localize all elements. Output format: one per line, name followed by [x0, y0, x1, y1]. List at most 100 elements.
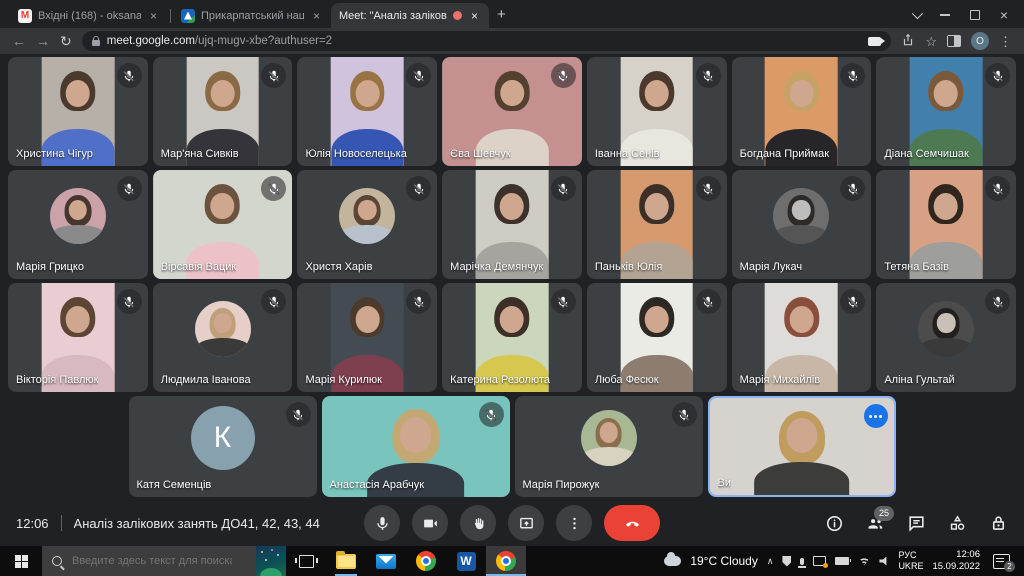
participant-tile[interactable]: Марія Грицко — [8, 170, 148, 279]
chrome-icon — [496, 551, 516, 571]
task-view-button[interactable] — [286, 546, 326, 576]
camera-permission-icon[interactable] — [868, 37, 881, 46]
new-tab-button[interactable]: + — [497, 6, 506, 23]
host-controls-icon[interactable] — [989, 514, 1008, 533]
maximize-button[interactable] — [970, 10, 980, 20]
participant-tile[interactable]: Марія Пирожук — [515, 396, 703, 497]
search-input[interactable] — [70, 554, 234, 568]
participant-tile[interactable]: Люба Фесюк — [587, 283, 727, 392]
participant-tile[interactable]: Іванна Сенів — [587, 57, 727, 166]
tile-more-button[interactable] — [864, 404, 888, 428]
mic-off-icon — [696, 63, 721, 88]
participant-tile[interactable]: Марія Лукач — [732, 170, 872, 279]
taskbar-mail[interactable] — [366, 546, 406, 576]
participant-name: Ви — [718, 477, 731, 489]
participant-tile[interactable]: ККатя Семенців — [129, 396, 317, 497]
camera-in-use-indicator — [453, 11, 462, 20]
person-silhouette — [773, 188, 829, 244]
notification-center-icon[interactable]: 2 — [993, 554, 1010, 569]
participant-tile[interactable]: Тетяна Базів — [876, 170, 1016, 279]
reload-button[interactable]: ↻ — [60, 34, 72, 48]
tab-gmail[interactable]: M Вхідні (168) - oksana.selepiy@pn × — [10, 3, 168, 28]
participant-tile[interactable]: Єва Шевчук — [442, 57, 582, 166]
screen-share-tray-icon[interactable] — [813, 556, 826, 566]
present-screen-button[interactable] — [508, 505, 544, 541]
tab-close-icon[interactable]: × — [147, 9, 160, 23]
participant-letter-avatar: К — [191, 406, 255, 470]
participant-tile[interactable]: Анастасія Арабчук — [322, 396, 510, 497]
taskbar-search[interactable] — [42, 546, 286, 576]
wifi-icon[interactable] — [858, 557, 870, 566]
start-button[interactable] — [0, 546, 42, 576]
mic-tray-icon[interactable] — [800, 558, 804, 565]
hang-up-button[interactable] — [604, 505, 660, 541]
participant-tile[interactable]: Вікторія Павлюк — [8, 283, 148, 392]
mic-off-icon — [840, 63, 865, 88]
tile-row: Вікторія ПавлюкЛюдмила ІвановаМарія Кури… — [8, 283, 1016, 392]
participant-tile[interactable]: Ви — [708, 396, 896, 497]
participant-name: Вірсавія Вацик — [161, 261, 237, 273]
taskbar-file-explorer[interactable] — [326, 546, 366, 576]
taskbar-chrome-1[interactable] — [406, 546, 446, 576]
share-icon[interactable] — [901, 33, 915, 49]
mic-off-icon — [117, 63, 142, 88]
mic-off-icon — [551, 63, 576, 88]
participant-tile[interactable]: Юлія Новоселецька — [297, 57, 437, 166]
security-tray-icon[interactable] — [782, 556, 791, 567]
meeting-clock: 12:06 — [16, 516, 49, 531]
mic-button[interactable] — [364, 505, 400, 541]
more-options-button[interactable] — [556, 505, 592, 541]
participant-tile[interactable]: Мар'яна Сивків — [153, 57, 293, 166]
taskbar-chrome-2[interactable] — [486, 546, 526, 576]
activities-icon[interactable] — [948, 514, 967, 533]
participant-tile[interactable]: Христя Харів — [297, 170, 437, 279]
mic-off-icon — [985, 289, 1010, 314]
raise-hand-button[interactable] — [460, 505, 496, 541]
participant-tile[interactable]: Вірсавія Вацик — [153, 170, 293, 279]
taskbar-clock[interactable]: 12:0615.09.2022 — [932, 549, 980, 573]
volume-icon[interactable] — [879, 557, 889, 566]
mic-off-icon — [406, 63, 431, 88]
address-bar[interactable]: meet.google.com/ujq-mugv-xbe?authuser=2 — [82, 31, 892, 51]
tab-search-chevron-icon[interactable] — [912, 8, 923, 19]
tab-meet-active[interactable]: Meet: "Аналіз залікових зан × — [331, 3, 489, 28]
weather-text[interactable]: 19°C Cloudy — [690, 554, 758, 568]
participant-tile[interactable]: Христина Чігур — [8, 57, 148, 166]
side-panel-icon[interactable] — [947, 35, 961, 47]
mic-off-icon — [261, 289, 286, 314]
chat-icon[interactable] — [907, 514, 926, 533]
participant-tile[interactable]: Людмила Іванова — [153, 283, 293, 392]
participant-tile[interactable]: Діана Семчишак — [876, 57, 1016, 166]
search-highlight-image[interactable] — [256, 546, 286, 576]
battery-icon[interactable] — [835, 557, 849, 565]
participant-tile[interactable]: Аліна Гультай — [876, 283, 1016, 392]
participant-tile[interactable]: Марія Михайлів — [732, 283, 872, 392]
url-text: meet.google.com/ujq-mugv-xbe?authuser=2 — [107, 35, 332, 47]
participant-name: Тетяна Базів — [884, 261, 949, 273]
participant-tile[interactable]: Катерина Резолюта — [442, 283, 582, 392]
language-indicator[interactable]: РУСUKRE — [898, 550, 923, 573]
participant-tile[interactable]: Марія Курилюк — [297, 283, 437, 392]
participant-tile[interactable]: Паньків Юлія — [587, 170, 727, 279]
back-button[interactable]: ← — [12, 34, 26, 48]
weather-cloud-icon[interactable] — [664, 556, 681, 566]
mic-off-icon — [551, 176, 576, 201]
mic-off-icon — [985, 176, 1010, 201]
bookmark-star-icon[interactable]: ☆ — [925, 35, 937, 48]
browser-menu-icon[interactable]: ⋮ — [999, 35, 1012, 48]
participant-tile[interactable]: Богдана Приймак — [732, 57, 872, 166]
tray-expand-chevron-icon[interactable]: ∧ — [767, 556, 774, 567]
close-window-button[interactable]: × — [1000, 8, 1008, 22]
tab-close-icon[interactable]: × — [468, 9, 481, 23]
tab-university[interactable]: Прикарпатський національний × — [173, 3, 331, 28]
minimize-button[interactable] — [940, 14, 950, 16]
tab-close-icon[interactable]: × — [310, 9, 323, 23]
camera-button[interactable] — [412, 505, 448, 541]
mic-off-icon — [479, 402, 504, 427]
forward-button[interactable]: → — [36, 34, 50, 48]
participants-icon[interactable]: 25 — [866, 514, 885, 533]
meeting-details-icon[interactable] — [825, 514, 844, 533]
participant-tile[interactable]: Марічка Демянчук — [442, 170, 582, 279]
taskbar-word[interactable]: W — [446, 546, 486, 576]
profile-avatar[interactable]: O — [971, 32, 989, 50]
